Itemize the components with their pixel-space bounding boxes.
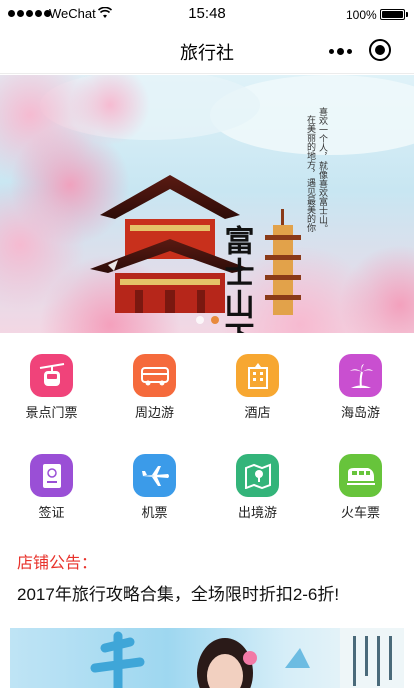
category-item[interactable]: 海岛游 (309, 334, 412, 434)
bus-icon (133, 354, 176, 397)
category-item[interactable]: 周边游 (103, 334, 206, 434)
banner-tagline: 喜欢一个人，就像喜欢富士山。 (317, 106, 328, 233)
category-item[interactable]: 火车票 (309, 434, 412, 534)
battery-icon (380, 9, 405, 20)
category-label: 周边游 (134, 405, 174, 420)
airplane-icon (133, 454, 176, 497)
category-label: 签证 (38, 505, 65, 520)
category-label: 出境游 (237, 505, 277, 520)
category-item[interactable]: 签证 (0, 434, 103, 534)
banner-image: 富士山下 喜欢一个人，就像喜欢富士山。 在美丽的地方，遇见最美的你 (0, 75, 414, 333)
hotel-icon (236, 354, 279, 397)
nav-bar: 旅行社 (0, 28, 414, 74)
promo-image (90, 628, 404, 688)
category-item[interactable]: 景点门票 (0, 334, 103, 434)
carousel-dot-active[interactable] (210, 316, 219, 324)
battery-percent: 100% (346, 8, 377, 22)
more-options-button[interactable] (325, 41, 355, 61)
category-item[interactable]: 出境游 (206, 434, 309, 534)
banner-carousel[interactable]: 富士山下 喜欢一个人，就像喜欢富士山。 在美丽的地方，遇见最美的你 (0, 75, 414, 333)
notice-title: 店铺公告： (17, 555, 98, 572)
carousel-indicators (0, 316, 414, 324)
train-icon (339, 454, 382, 497)
category-label: 机票 (141, 505, 168, 520)
category-label: 火车票 (340, 505, 380, 520)
palm-tree-icon (339, 354, 382, 397)
category-label: 景点门票 (25, 405, 78, 420)
battery-cap (406, 12, 408, 17)
category-label: 酒店 (244, 405, 271, 420)
category-label: 海岛游 (340, 405, 380, 420)
notice-text[interactable]: 2017年旅行攻略合集，全场限时折扣2-6折! (17, 580, 339, 605)
promo-banner[interactable] (10, 628, 404, 688)
status-bar: WeChat 15:48 100% (0, 0, 414, 28)
category-item[interactable]: 机票 (103, 434, 206, 534)
map-icon (236, 454, 279, 497)
cable-car-icon (30, 354, 73, 397)
carousel-dot[interactable] (195, 316, 204, 324)
category-item[interactable]: 酒店 (206, 334, 309, 434)
passport-icon (30, 454, 73, 497)
close-miniprogram-button[interactable] (369, 39, 391, 61)
banner-tagline: 在美丽的地方，遇见最美的你 (305, 114, 316, 232)
